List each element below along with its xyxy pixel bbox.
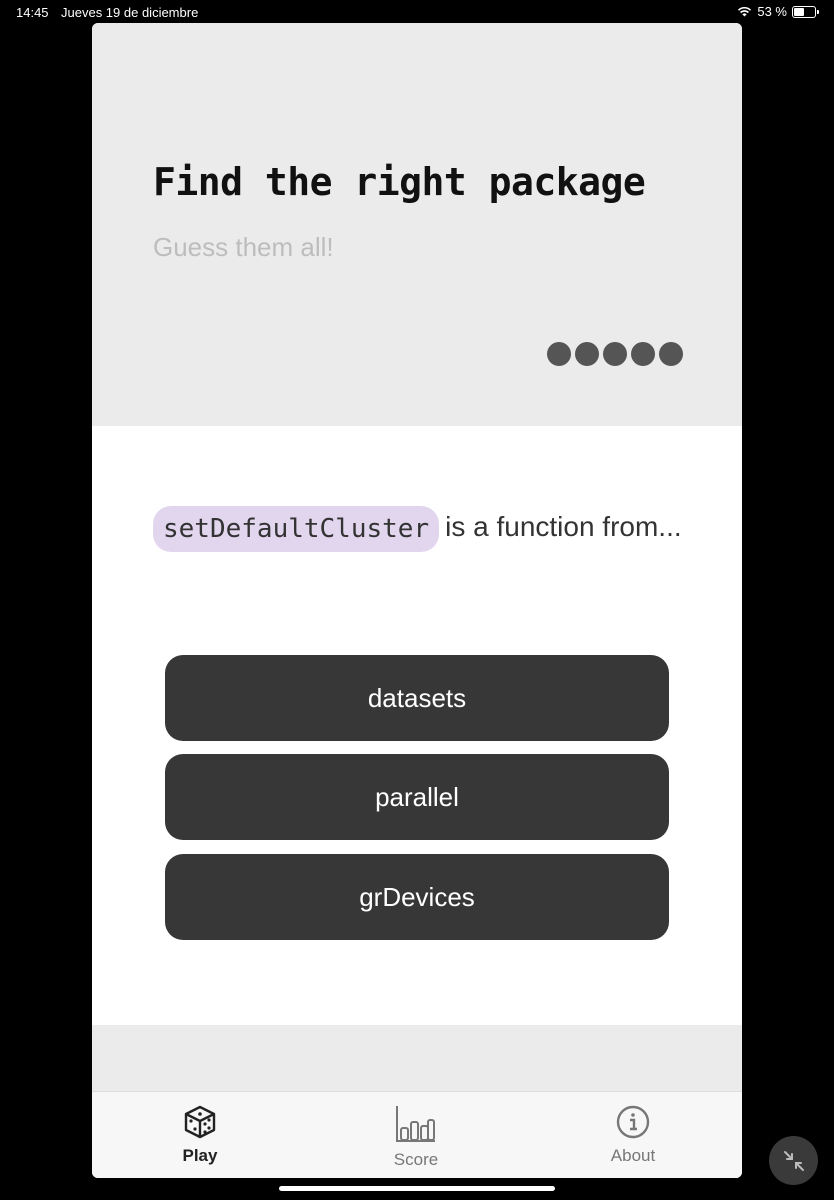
question-text: setDefaultCluster is a function from... [153, 498, 693, 555]
minimize-button[interactable] [769, 1136, 818, 1185]
tab-about[interactable]: About [568, 1092, 698, 1178]
bar-chart-icon [396, 1106, 435, 1142]
answer-button-3[interactable]: grDevices [165, 854, 669, 940]
progress-dot [547, 342, 571, 366]
status-time: 14:45 [16, 5, 49, 20]
progress-dots [547, 342, 683, 366]
collapse-arrows-icon [783, 1150, 804, 1171]
battery-fill [794, 7, 804, 16]
info-icon [616, 1105, 650, 1139]
footer-spacer [92, 1025, 742, 1091]
tab-score[interactable]: Score [351, 1092, 481, 1178]
tab-score-label: Score [393, 1150, 439, 1169]
progress-dot [603, 342, 627, 366]
tab-about-label: About [610, 1146, 656, 1165]
progress-dot [631, 342, 655, 366]
page-title: Find the right package [153, 160, 646, 204]
battery-percent: 53 % [757, 4, 787, 19]
battery-icon [792, 5, 819, 18]
hero-panel: Find the right package Guess them all! [92, 23, 742, 426]
app-window: Find the right package Guess them all! s… [92, 23, 742, 1178]
dice-icon [184, 1105, 216, 1139]
question-prompt: is a function from... [445, 511, 682, 542]
status-right: 53 % [737, 4, 819, 19]
page-subtitle: Guess them all! [153, 232, 334, 262]
status-bar: 14:45 Jueves 19 de diciembre 53 % [0, 0, 834, 24]
progress-dot [659, 342, 683, 366]
answer-button-1[interactable]: datasets [165, 655, 669, 741]
home-indicator[interactable] [279, 1186, 555, 1191]
answer-button-2[interactable]: parallel [165, 754, 669, 840]
function-name-badge: setDefaultCluster [153, 505, 440, 552]
status-date: Jueves 19 de diciembre [61, 5, 199, 20]
tab-play-label: Play [182, 1146, 218, 1165]
tab-bar: Play Score About [92, 1091, 742, 1178]
tab-play[interactable]: Play [135, 1092, 265, 1178]
progress-dot [575, 342, 599, 366]
wifi-icon [738, 6, 752, 17]
